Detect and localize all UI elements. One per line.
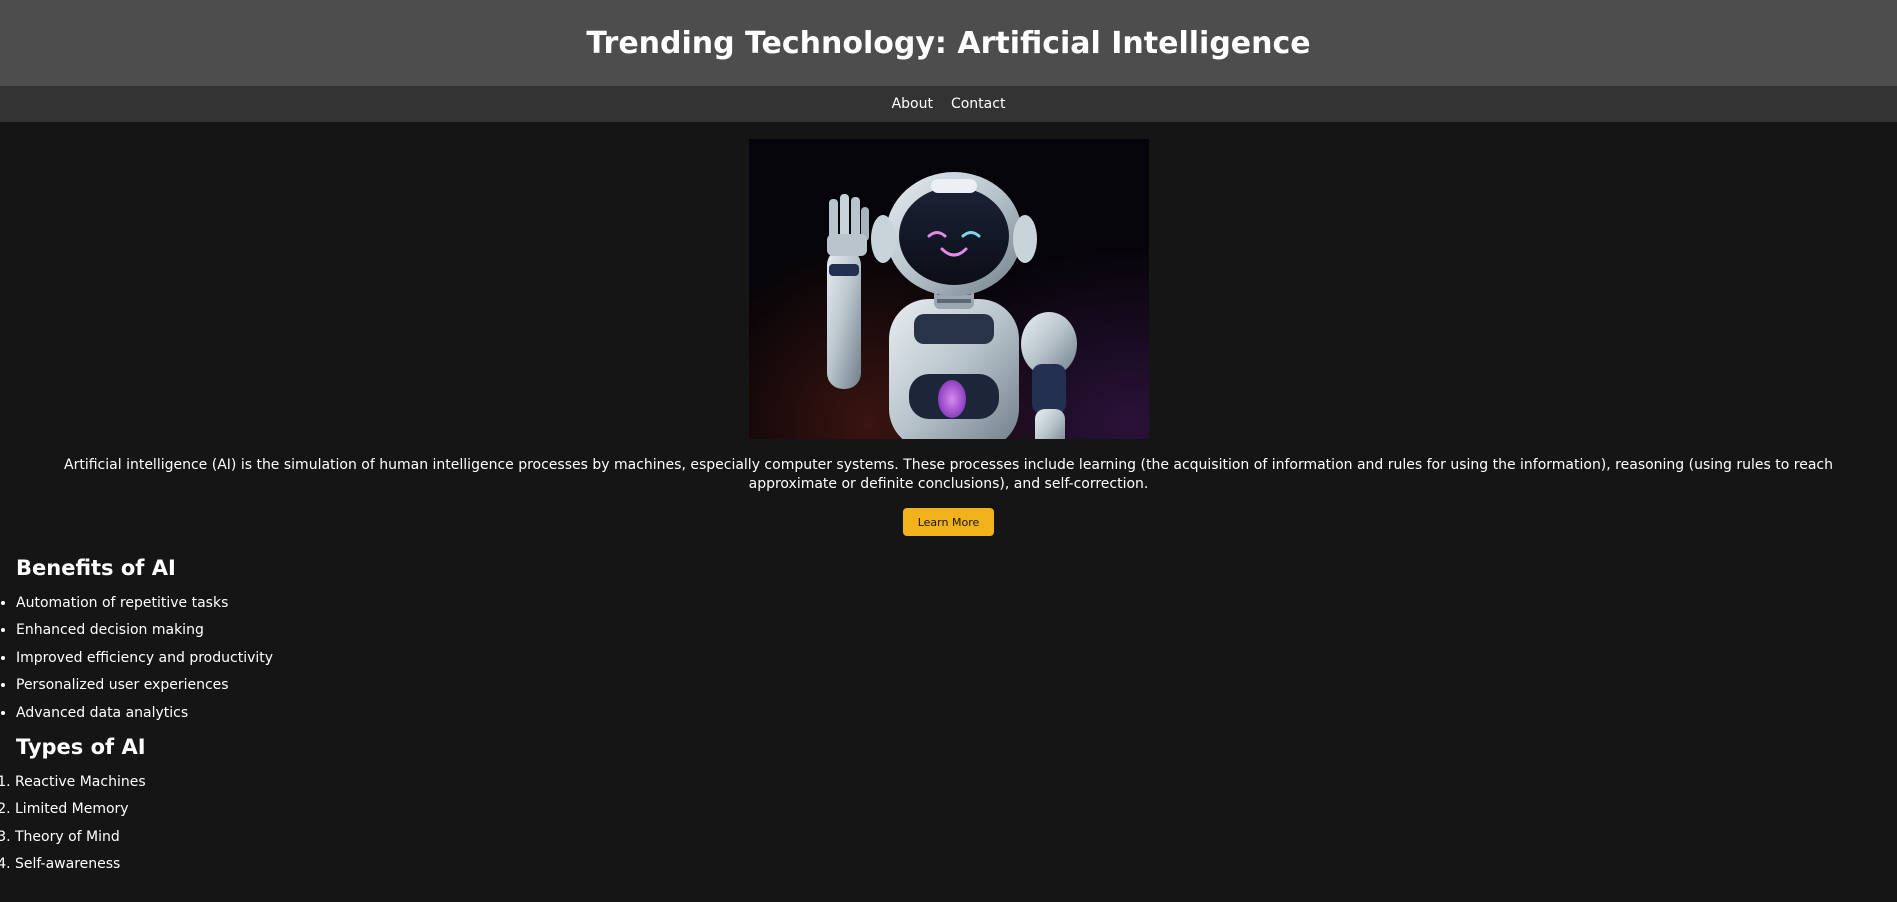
list-item: Self-awareness	[15, 851, 1897, 878]
list-item: Improved efficiency and productivity	[16, 645, 1897, 672]
page-title: Trending Technology: Artificial Intellig…	[586, 25, 1311, 61]
nav-link-contact[interactable]: Contact	[951, 96, 1005, 112]
site-header: Trending Technology: Artificial Intellig…	[0, 0, 1897, 86]
list-item: Limited Memory	[15, 796, 1897, 823]
types-heading: Types of AI	[16, 734, 146, 759]
list-item: Theory of Mind	[15, 824, 1897, 851]
learn-more-button[interactable]: Learn More	[903, 508, 994, 536]
benefits-list: Automation of repetitive tasks Enhanced …	[0, 590, 1897, 727]
nav-link-about[interactable]: About	[892, 96, 933, 112]
list-item: Automation of repetitive tasks	[16, 590, 1897, 617]
main-nav: About Contact	[0, 86, 1897, 122]
main-content: Artificial intelligence (AI) is the simu…	[0, 139, 1897, 879]
list-item: Enhanced decision making	[16, 617, 1897, 644]
intro-paragraph: Artificial intelligence (AI) is the simu…	[64, 457, 1833, 492]
benefits-heading: Benefits of AI	[16, 556, 176, 580]
robot-hero-image	[748, 139, 1149, 439]
list-item: Reactive Machines	[15, 769, 1897, 796]
robot-illustration	[826, 172, 1077, 439]
types-list: Reactive Machines Limited Memory Theory …	[0, 769, 1897, 879]
list-item: Advanced data analytics	[16, 700, 1897, 727]
list-item: Personalized user experiences	[16, 672, 1897, 699]
